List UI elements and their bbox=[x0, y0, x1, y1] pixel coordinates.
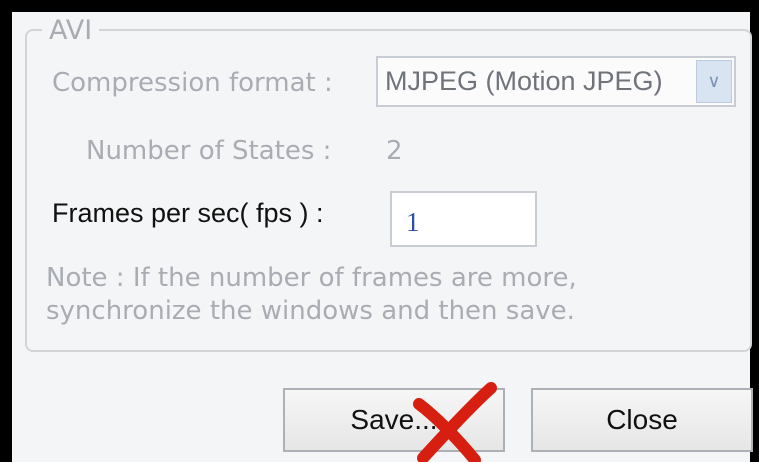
note-line-2: synchronize the windows and then save. bbox=[46, 296, 575, 326]
number-of-states-label: Number of States : bbox=[86, 136, 332, 166]
groupbox-title: AVI bbox=[42, 16, 100, 46]
fps-label: Frames per sec( fps ) : bbox=[52, 198, 324, 228]
compression-format-select[interactable]: MJPEG (Motion JPEG) ∨ bbox=[376, 56, 736, 107]
save-button[interactable]: Save... bbox=[283, 388, 505, 452]
number-of-states-value: 2 bbox=[386, 136, 403, 166]
note-text: Note : If the number of frames are more,… bbox=[46, 262, 577, 328]
fps-input[interactable] bbox=[390, 191, 537, 247]
note-line-1: Note : If the number of frames are more, bbox=[46, 263, 577, 293]
compression-format-value: MJPEG (Motion JPEG) bbox=[385, 66, 663, 96]
compression-format-label: Compression format : bbox=[52, 68, 333, 98]
close-button[interactable]: Close bbox=[531, 388, 753, 452]
chevron-down-icon[interactable]: ∨ bbox=[696, 60, 732, 103]
